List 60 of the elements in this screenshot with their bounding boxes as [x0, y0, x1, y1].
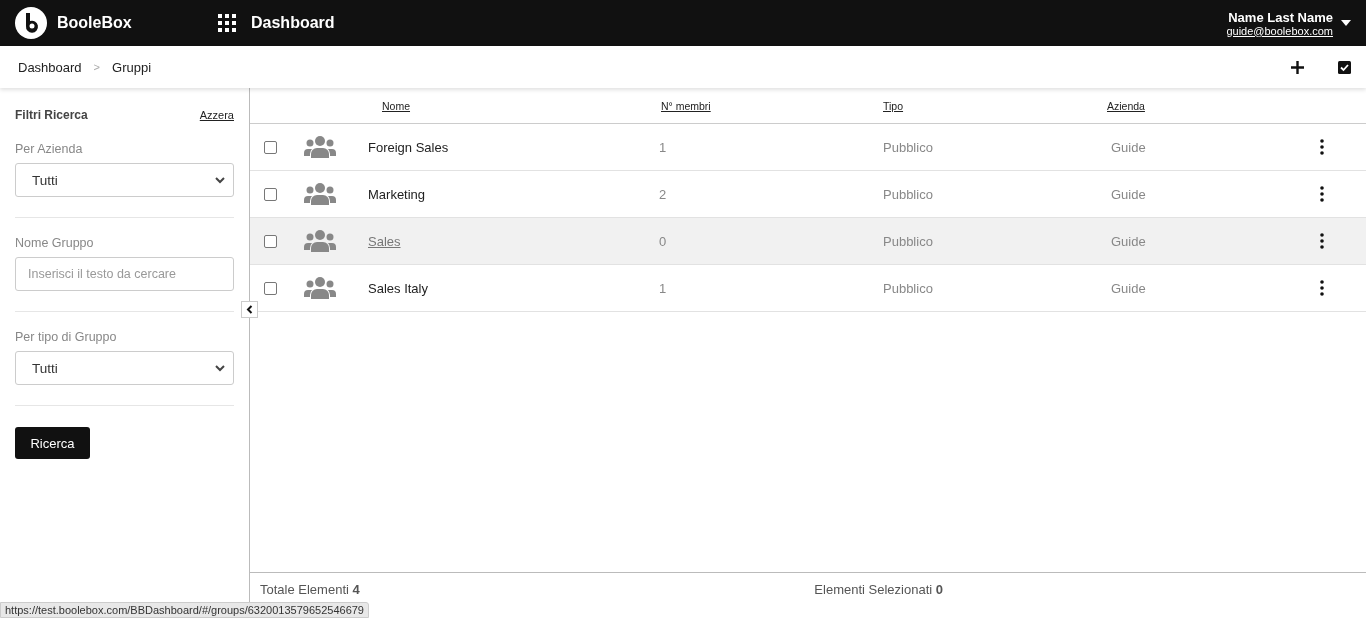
- group-name[interactable]: Sales: [368, 233, 401, 249]
- add-icon[interactable]: [1291, 60, 1304, 74]
- breadcrumb-item[interactable]: Dashboard: [18, 59, 82, 75]
- group-name[interactable]: Marketing: [368, 186, 426, 202]
- table-cell: Pubblico: [883, 233, 933, 249]
- table-cell: 1: [659, 139, 667, 155]
- more-icon[interactable]: [1320, 139, 1324, 155]
- filters-title: Filtri Ricerca: [15, 108, 88, 122]
- table-cell: Guide: [1111, 139, 1146, 155]
- column-header[interactable]: N° membri: [661, 99, 711, 112]
- group-icon: [304, 136, 336, 158]
- page-title: Dashboard: [251, 14, 335, 32]
- filter-label: Nome Gruppo: [15, 236, 95, 250]
- column-header[interactable]: Nome: [382, 99, 410, 112]
- table-cell: Guide: [1111, 186, 1146, 202]
- row-checkbox[interactable]: [264, 281, 277, 295]
- table-cell: Guide: [1111, 280, 1146, 296]
- chevron-down-icon: [215, 176, 225, 184]
- checkbox-icon[interactable]: [1338, 60, 1351, 74]
- reset-link[interactable]: Azzera: [199, 109, 234, 121]
- caret-icon[interactable]: [1341, 20, 1351, 26]
- more-icon[interactable]: [1320, 186, 1324, 202]
- search-field[interactable]: Inserisci il testo da cercare: [15, 257, 234, 291]
- group-icon: [304, 277, 336, 299]
- table-cell: Pubblico: [883, 186, 933, 202]
- table-cell: Guide: [1111, 233, 1146, 249]
- app-grid-icon[interactable]: [217, 13, 237, 33]
- user-name: Name Last Name: [1228, 9, 1333, 25]
- selected-count: Elementi Selezionati 0: [814, 582, 943, 597]
- select-field[interactable]: Tutti: [15, 351, 234, 385]
- column-header[interactable]: Azienda: [1107, 99, 1145, 112]
- total-count: Totale Elementi 4: [260, 582, 360, 597]
- table-cell: 0: [659, 233, 667, 249]
- search-button[interactable]: Ricerca: [15, 427, 90, 459]
- status-url: https://test.boolebox.com/BBDashboard/#/groups/6320013579652546679: [0, 602, 369, 618]
- group-name[interactable]: Foreign Sales: [368, 139, 449, 155]
- table-cell: Pubblico: [883, 280, 933, 296]
- table-cell: Pubblico: [883, 139, 933, 155]
- filter-label: Per tipo di Gruppo: [15, 330, 118, 344]
- chevron-down-icon: [215, 364, 225, 372]
- row-checkbox[interactable]: [264, 187, 277, 201]
- more-icon[interactable]: [1320, 280, 1324, 296]
- logo-icon: [15, 7, 47, 39]
- filter-label: Per Azienda: [15, 142, 84, 156]
- group-icon: [304, 183, 336, 205]
- row-checkbox[interactable]: [264, 234, 277, 248]
- breadcrumb-item[interactable]: Gruppi: [112, 59, 152, 75]
- more-icon[interactable]: [1320, 233, 1324, 249]
- breadcrumb-separator: >: [93, 61, 101, 73]
- group-icon: [304, 230, 336, 252]
- user-email[interactable]: guide@boolebox.com: [1226, 24, 1333, 37]
- table-cell: 1: [659, 280, 667, 296]
- group-name[interactable]: Sales Italy: [368, 280, 428, 296]
- column-header[interactable]: Tipo: [883, 99, 904, 112]
- collapse-button[interactable]: [241, 301, 258, 318]
- table-cell: 2: [659, 186, 667, 202]
- row-checkbox[interactable]: [264, 140, 277, 154]
- brand-name: BooleBox: [57, 14, 133, 32]
- select-field[interactable]: Tutti: [15, 163, 234, 197]
- chevron-left-icon: [246, 305, 253, 314]
